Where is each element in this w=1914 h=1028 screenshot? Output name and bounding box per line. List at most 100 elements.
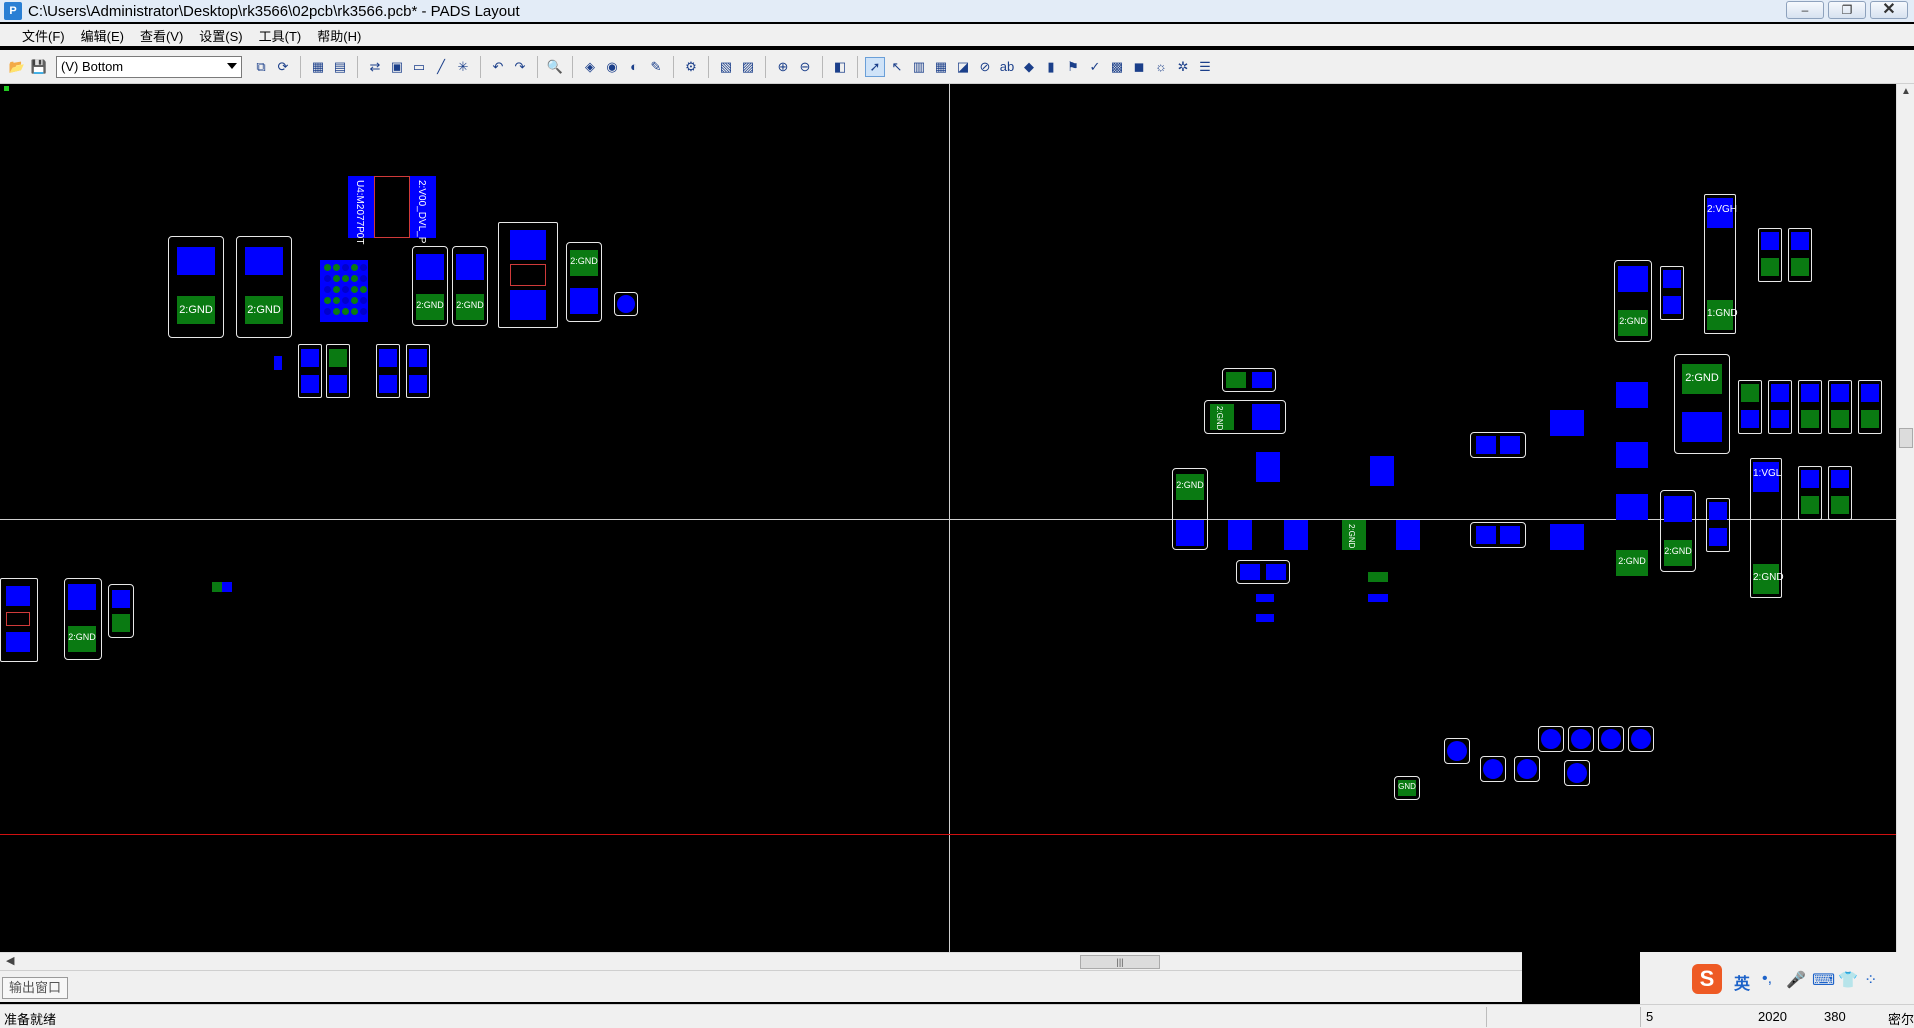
pad[interactable] bbox=[1791, 232, 1809, 250]
keyboard-icon[interactable]: ⌨ bbox=[1812, 970, 1835, 990]
pad[interactable] bbox=[409, 375, 427, 393]
menu-tools[interactable]: 工具(T) bbox=[251, 26, 310, 45]
pad[interactable] bbox=[1368, 572, 1388, 582]
cam-icon[interactable]: ◼ bbox=[1129, 57, 1149, 77]
pad[interactable] bbox=[1801, 496, 1819, 514]
pad[interactable] bbox=[1664, 496, 1692, 522]
pad[interactable] bbox=[1771, 410, 1789, 428]
pad[interactable] bbox=[222, 582, 232, 592]
pad[interactable] bbox=[1801, 384, 1819, 402]
pad[interactable] bbox=[1618, 266, 1648, 292]
pad[interactable] bbox=[329, 349, 347, 367]
pad[interactable] bbox=[510, 290, 546, 320]
pad[interactable] bbox=[1284, 520, 1308, 550]
pad[interactable] bbox=[1831, 410, 1849, 428]
display-icon[interactable]: ▭ bbox=[409, 57, 429, 77]
hatch-icon[interactable]: ▦ bbox=[931, 57, 951, 77]
pad[interactable] bbox=[1228, 520, 1252, 550]
pad[interactable] bbox=[1368, 594, 1388, 602]
microphone-icon[interactable]: 🎤 bbox=[1786, 970, 1806, 990]
via-pad[interactable] bbox=[1541, 729, 1561, 749]
via-pad[interactable] bbox=[1447, 741, 1467, 761]
layers-icon[interactable]: ▤ bbox=[330, 57, 350, 77]
layer-toggle-icon[interactable]: ◧ bbox=[830, 57, 850, 77]
scroll-thumb[interactable]: ||| bbox=[1080, 955, 1160, 969]
pad[interactable] bbox=[1266, 564, 1286, 580]
pad[interactable] bbox=[416, 254, 444, 280]
via-pad[interactable] bbox=[1601, 729, 1621, 749]
menu-edit[interactable]: 编辑(E) bbox=[73, 26, 132, 45]
refresh-icon[interactable]: ⟳ bbox=[273, 57, 293, 77]
ime-lang[interactable]: 英 bbox=[1734, 970, 1750, 994]
sogou-icon[interactable]: S bbox=[1692, 964, 1722, 994]
pad[interactable] bbox=[456, 254, 484, 280]
menu-setup[interactable]: 设置(S) bbox=[191, 26, 250, 45]
select-icon[interactable]: ➚ bbox=[865, 56, 885, 77]
pad[interactable] bbox=[379, 349, 397, 367]
pad[interactable] bbox=[1240, 564, 1260, 580]
save-icon[interactable]: 💾 bbox=[29, 57, 49, 77]
window-icon[interactable]: ▨ bbox=[738, 57, 758, 77]
list-icon[interactable]: ☰ bbox=[1195, 57, 1215, 77]
via-pad[interactable] bbox=[1517, 759, 1537, 779]
settings-icon[interactable]: ⚙ bbox=[681, 57, 701, 77]
close-button[interactable]: ✕ bbox=[1870, 1, 1908, 19]
pad[interactable] bbox=[1861, 410, 1879, 428]
via-pad[interactable] bbox=[1483, 759, 1503, 779]
pad[interactable] bbox=[1616, 382, 1648, 408]
pad[interactable] bbox=[1252, 404, 1280, 430]
pad[interactable] bbox=[379, 375, 397, 393]
eraser-icon[interactable]: ◈ bbox=[580, 57, 600, 77]
pad[interactable] bbox=[1370, 456, 1394, 486]
maximize-button[interactable]: ❐ bbox=[1828, 1, 1866, 19]
pad[interactable] bbox=[1550, 410, 1584, 436]
undo-icon[interactable]: ↶ bbox=[488, 57, 508, 77]
vertical-scrollbar[interactable]: ▲ bbox=[1896, 84, 1914, 952]
select-filter-icon[interactable]: ↖ bbox=[887, 57, 907, 77]
pad[interactable] bbox=[1861, 384, 1879, 402]
zoom-out-icon[interactable]: ⊖ bbox=[795, 57, 815, 77]
pad[interactable] bbox=[68, 584, 96, 610]
pad[interactable] bbox=[212, 582, 222, 592]
zoom-in-icon[interactable]: ⊕ bbox=[773, 57, 793, 77]
pad[interactable] bbox=[1801, 470, 1819, 488]
pad[interactable] bbox=[245, 247, 283, 275]
pad[interactable] bbox=[409, 349, 427, 367]
minimize-button[interactable]: – bbox=[1786, 1, 1824, 19]
pad[interactable] bbox=[1791, 258, 1809, 276]
layer-select[interactable]: (V) Bottom bbox=[56, 55, 242, 78]
ratsnest-icon[interactable]: ✳ bbox=[453, 57, 473, 77]
grid-icon[interactable]: ▦ bbox=[308, 57, 328, 77]
pad[interactable] bbox=[1256, 614, 1274, 622]
pads-app-icon[interactable]: P bbox=[4, 2, 22, 20]
pad[interactable] bbox=[1176, 520, 1204, 546]
menu-view[interactable]: 查看(V) bbox=[132, 26, 191, 45]
punctuation-icon[interactable]: •, bbox=[1762, 970, 1772, 988]
report-icon[interactable]: ▧ bbox=[716, 57, 736, 77]
pad[interactable] bbox=[1709, 502, 1727, 520]
board-icon[interactable]: ▣ bbox=[387, 57, 407, 77]
output-icon[interactable]: ▩ bbox=[1107, 57, 1127, 77]
pad[interactable] bbox=[1709, 528, 1727, 546]
open-icon[interactable]: 📂 bbox=[7, 57, 27, 77]
pcb-canvas[interactable]: 2:GND 2:GND U4:M2077P0T 2:V00_DVL_P 2:GN… bbox=[0, 84, 1896, 952]
via-pad[interactable] bbox=[617, 295, 635, 313]
skin-icon[interactable]: 👕 bbox=[1838, 970, 1858, 990]
pad[interactable] bbox=[1256, 452, 1280, 482]
pad[interactable] bbox=[1550, 524, 1584, 550]
menu-file[interactable]: 文件(F) bbox=[14, 26, 73, 45]
menu-help[interactable]: 帮助(H) bbox=[309, 26, 369, 45]
copy-icon[interactable]: ⧉ bbox=[251, 57, 271, 77]
pad[interactable] bbox=[329, 375, 347, 393]
pad[interactable] bbox=[1396, 520, 1420, 550]
pad[interactable] bbox=[1476, 526, 1496, 544]
verify-icon[interactable]: ✓ bbox=[1085, 57, 1105, 77]
pad[interactable] bbox=[274, 356, 282, 370]
find-icon[interactable]: ◉ bbox=[602, 57, 622, 77]
menu-grid-icon[interactable]: ⁘ bbox=[1864, 970, 1877, 990]
route-icon[interactable]: ⇄ bbox=[365, 57, 385, 77]
text-icon[interactable]: ab bbox=[997, 57, 1017, 77]
pad[interactable] bbox=[1252, 372, 1272, 388]
pad[interactable] bbox=[1761, 258, 1779, 276]
pad[interactable] bbox=[1831, 470, 1849, 488]
